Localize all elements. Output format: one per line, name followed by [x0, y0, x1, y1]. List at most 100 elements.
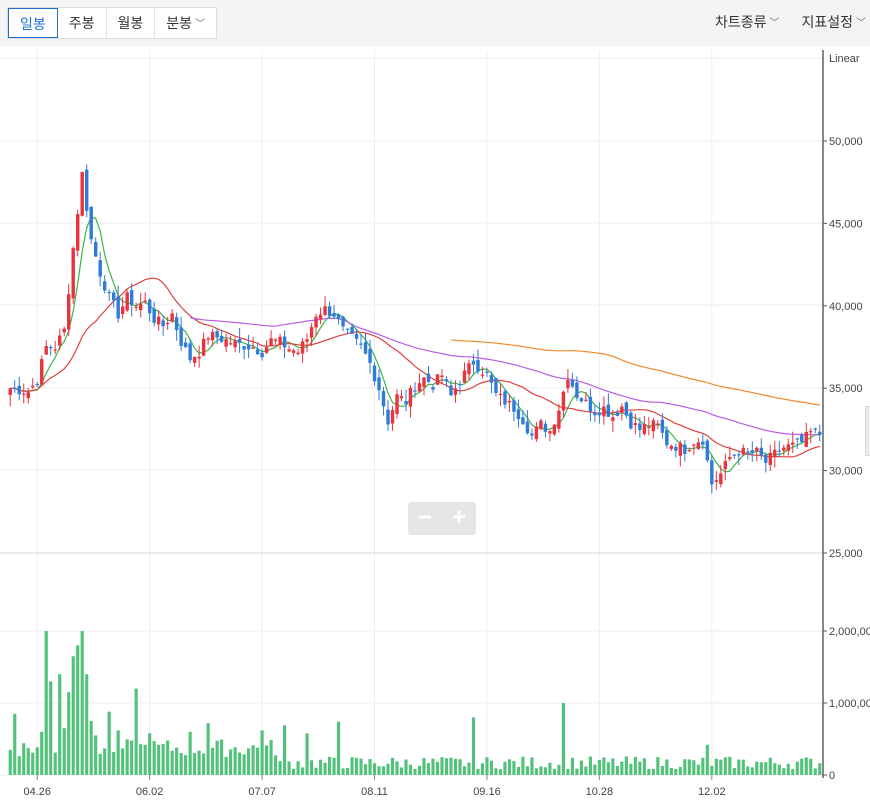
- candle: [746, 451, 750, 453]
- volume-bar: [134, 688, 138, 775]
- volume-bar: [584, 766, 588, 775]
- volume-bar: [26, 748, 30, 775]
- volume-bar: [471, 717, 476, 775]
- stock-chart[interactable]: 50,000 45,000 40,000 35,000 30,000 25,000 Line…: [0, 46, 870, 803]
- chevron-down-icon: ﹀: [856, 18, 866, 29]
- price-tick-label: 40,000: [829, 301, 863, 313]
- candle: [404, 401, 408, 405]
- volume-bar: [674, 769, 678, 775]
- candle: [273, 339, 278, 341]
- candle: [435, 374, 440, 385]
- candle: [107, 291, 111, 294]
- tab-daily[interactable]: 일봉: [8, 8, 58, 38]
- volume-bar: [435, 761, 440, 775]
- volume-bar: [278, 761, 282, 775]
- candle: [656, 423, 660, 425]
- volume-bar: [139, 744, 143, 775]
- volume-bar: [611, 758, 615, 775]
- volume-bar: [363, 764, 368, 775]
- volume-bar: [283, 725, 287, 775]
- volume-bar: [76, 645, 80, 775]
- candle: [534, 426, 539, 440]
- volume-bar: [40, 731, 44, 775]
- candle: [22, 393, 26, 395]
- candle: [476, 359, 480, 372]
- volume-bar: [503, 761, 507, 775]
- candlesticks: [8, 164, 822, 494]
- candle: [323, 306, 327, 315]
- volume-bar: [759, 762, 763, 775]
- candle: [93, 241, 98, 257]
- candle: [336, 314, 341, 320]
- chart-area[interactable]: 50,000 45,000 40,000 35,000 30,000 25,000 Line…: [0, 46, 870, 803]
- volume-bar: [498, 769, 503, 775]
- price-tick-label: 50,000: [829, 136, 863, 148]
- volume-bar: [737, 759, 741, 775]
- candle: [516, 409, 521, 420]
- candle: [539, 420, 543, 429]
- volume-bar: [453, 758, 458, 775]
- chart-scroll-handle[interactable]: [865, 406, 870, 456]
- candle: [314, 316, 318, 328]
- candle: [332, 313, 336, 317]
- volume-bar: [202, 753, 206, 775]
- volume-bar: [49, 681, 53, 775]
- volume-bar: [575, 768, 579, 775]
- candle: [228, 343, 233, 345]
- volume-bar: [327, 756, 332, 775]
- volume-bar: [543, 767, 547, 775]
- volume-bar: [292, 768, 296, 775]
- volume-bar: [413, 769, 417, 775]
- volume-bar: [94, 735, 98, 775]
- candle: [480, 374, 485, 376]
- volume-bar: [107, 711, 111, 775]
- candle: [755, 447, 759, 452]
- volume-bar: [193, 752, 197, 775]
- tab-monthly[interactable]: 월봉: [107, 8, 156, 38]
- candle: [543, 423, 548, 432]
- candle: [305, 339, 309, 342]
- volume-bar: [103, 748, 107, 775]
- candle: [260, 352, 264, 358]
- volume-bar: [624, 756, 628, 775]
- volume-bar: [408, 764, 413, 775]
- volume-bar: [80, 631, 84, 775]
- volume-bar: [467, 762, 471, 775]
- tab-minute[interactable]: 분봉 ﹀: [155, 8, 216, 38]
- candle: [467, 363, 471, 375]
- candle: [674, 446, 678, 451]
- volume-bar: [458, 759, 462, 775]
- volume-bar: [67, 692, 71, 775]
- volume-bar: [98, 753, 102, 775]
- candle: [408, 387, 413, 407]
- volume-bar: [251, 745, 255, 775]
- candle: [557, 410, 561, 429]
- candle: [710, 460, 714, 485]
- tab-weekly[interactable]: 주봉: [58, 8, 107, 38]
- zoom-in-button[interactable]: +: [442, 502, 476, 535]
- volume-bar: [602, 757, 606, 775]
- ma-line-ma5: [10, 216, 820, 473]
- candle: [98, 260, 102, 277]
- volume-bar: [552, 769, 556, 775]
- volume-bar: [229, 749, 233, 775]
- indicator-settings-dropdown[interactable]: 지표설정 ﹀: [801, 12, 866, 32]
- candle: [350, 327, 354, 334]
- volume-tick-label: 0: [829, 770, 835, 782]
- zoom-out-button[interactable]: −: [408, 502, 442, 535]
- candle: [525, 421, 530, 434]
- chart-type-dropdown[interactable]: 차트종류 ﹀: [715, 12, 780, 32]
- volume-bar: [359, 758, 363, 775]
- volume-bar: [620, 761, 624, 775]
- volume-bar: [719, 759, 723, 775]
- candle: [570, 380, 575, 387]
- candle: [723, 460, 728, 470]
- volume-bar: [629, 763, 633, 775]
- tab-minute-label: 분봉: [166, 15, 193, 31]
- volume-bar: [381, 766, 386, 775]
- candle: [44, 345, 48, 355]
- volume-bar: [516, 766, 521, 775]
- candle: [687, 450, 692, 452]
- candle: [719, 473, 723, 485]
- volume-bar: [71, 656, 75, 775]
